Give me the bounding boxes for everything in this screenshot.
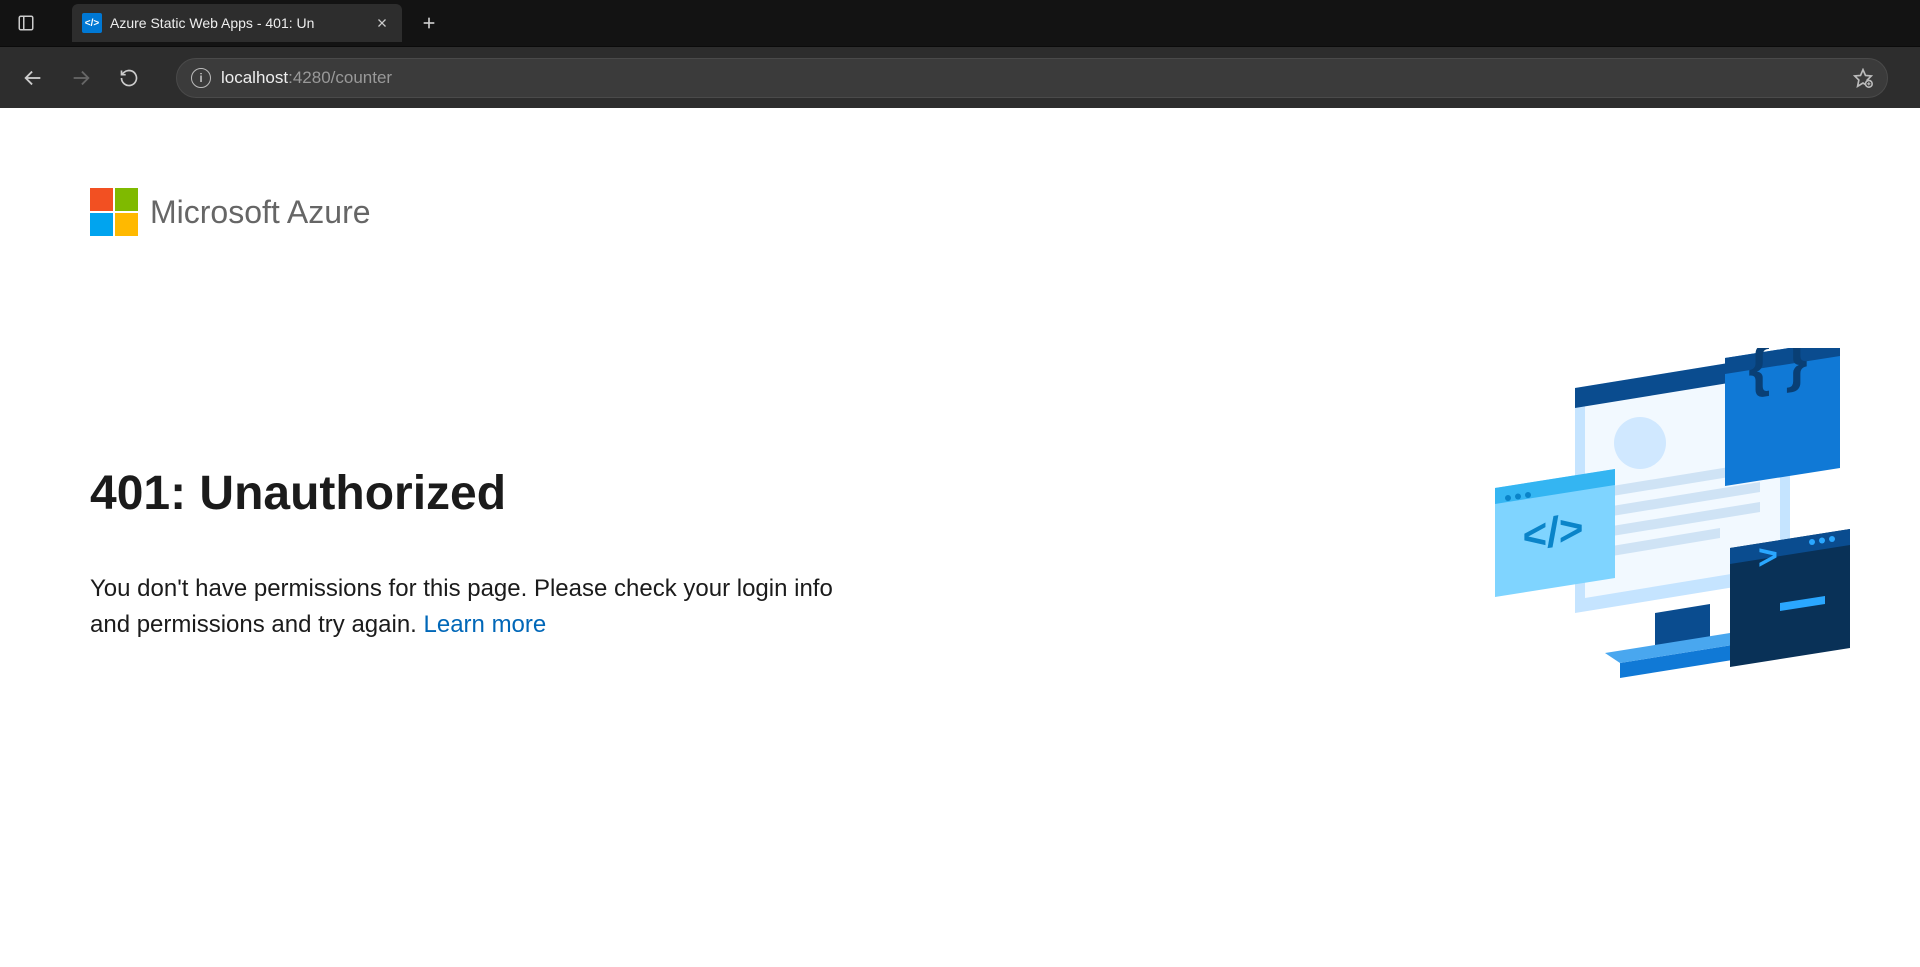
url-host: localhost [221,68,288,87]
back-button[interactable] [12,57,54,99]
site-info-icon[interactable]: i [191,68,211,88]
url-path: :4280/counter [288,68,392,87]
new-tab-button[interactable] [412,6,446,40]
refresh-button[interactable] [108,57,150,99]
page-content: Microsoft Azure 401: Unauthorized You do… [0,108,1920,967]
forward-button[interactable] [60,57,102,99]
browser-toolbar: i localhost:4280/counter [0,46,1920,108]
learn-more-link[interactable]: Learn more [424,611,547,638]
browser-chrome: </> Azure Static Web Apps - 401: Un [0,0,1920,108]
tab-title: Azure Static Web Apps - 401: Un [110,15,364,31]
tab-favicon-icon: </> [82,13,102,33]
tab-actions-button[interactable] [8,5,44,41]
url-text: localhost:4280/counter [221,68,1843,88]
tab-close-button[interactable] [372,13,392,33]
azure-brand: Microsoft Azure [90,188,1830,236]
address-bar[interactable]: i localhost:4280/counter [176,58,1888,98]
svg-text:>: > [1758,536,1778,577]
error-description: You don't have permissions for this page… [90,571,840,643]
error-illustration-icon: { } </> > [1480,348,1860,718]
browser-tab[interactable]: </> Azure Static Web Apps - 401: Un [72,4,402,42]
svg-text:</>: </> [1523,504,1584,560]
microsoft-logo-icon [90,188,138,236]
favorite-button[interactable] [1853,68,1873,88]
tab-strip: </> Azure Static Web Apps - 401: Un [0,0,1920,46]
brand-text: Microsoft Azure [150,194,371,231]
